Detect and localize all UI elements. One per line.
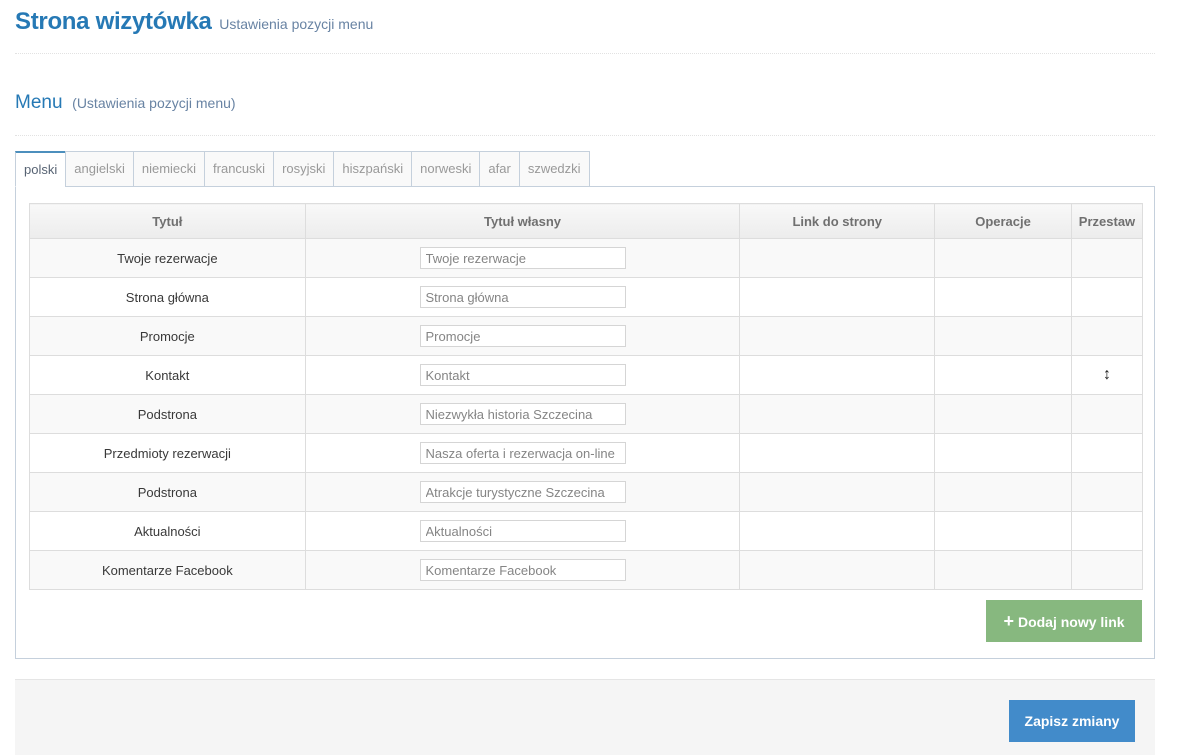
language-tabs: polski angielski niemiecki francuski ros…	[15, 151, 590, 187]
row-reorder-cell[interactable]	[1070, 472, 1144, 512]
row-link-cell	[739, 550, 936, 590]
row-reorder-cell[interactable]	[1070, 394, 1144, 434]
row-operations-cell	[934, 394, 1072, 434]
custom-title-input[interactable]	[419, 247, 626, 269]
row-custom-title-cell	[304, 394, 741, 434]
row-reorder-cell[interactable]	[1070, 433, 1144, 473]
custom-title-input[interactable]	[419, 559, 626, 581]
table-row: Promocje	[29, 316, 1144, 356]
form-actions-bar: Zapisz zmiany	[15, 679, 1155, 755]
tab-francuski[interactable]: francuski	[204, 151, 274, 187]
row-custom-title-cell	[304, 238, 741, 278]
row-title: Twoje rezerwacje	[29, 238, 306, 278]
row-operations-cell	[934, 238, 1072, 278]
row-title: Strona główna	[29, 277, 306, 317]
row-link-cell	[739, 277, 936, 317]
row-reorder-cell[interactable]	[1070, 277, 1144, 317]
row-link-cell	[739, 433, 936, 473]
menu-items-table: Tytuł Tytuł własny Link do strony Operac…	[29, 203, 1144, 590]
arrows-vertical-icon[interactable]: ↕	[1103, 366, 1111, 384]
row-reorder-cell[interactable]	[1070, 238, 1144, 278]
row-link-cell	[739, 355, 936, 395]
tab-angielski[interactable]: angielski	[65, 151, 133, 187]
row-custom-title-cell	[304, 472, 741, 512]
table-row: Komentarze Facebook	[29, 550, 1144, 590]
tab-afar[interactable]: afar	[479, 151, 519, 187]
page-subtitle: Ustawienia pozycji menu	[219, 16, 374, 32]
row-operations-cell	[934, 511, 1072, 551]
section-subtitle: (Ustawienia pozycji menu)	[72, 95, 236, 111]
row-custom-title-cell	[304, 550, 741, 590]
row-operations-cell	[934, 316, 1072, 356]
table-row: Podstrona	[29, 472, 1144, 512]
table-row: Strona główna	[29, 277, 1144, 317]
custom-title-input[interactable]	[419, 364, 626, 386]
column-header-reorder: Przestaw	[1070, 203, 1144, 239]
tab-polski[interactable]: polski	[15, 151, 66, 187]
row-title: Aktualności	[29, 511, 306, 551]
custom-title-input[interactable]	[419, 442, 626, 464]
tab-rosyjski[interactable]: rosyjski	[273, 151, 334, 187]
table-row: Podstrona	[29, 394, 1144, 434]
row-operations-cell	[934, 355, 1072, 395]
row-custom-title-cell	[304, 277, 741, 317]
column-header-link: Link do strony	[739, 203, 936, 239]
row-title: Promocje	[29, 316, 306, 356]
row-operations-cell	[934, 550, 1072, 590]
add-new-link-label: Dodaj nowy link	[1017, 614, 1125, 630]
save-changes-button[interactable]: Zapisz zmiany	[1009, 700, 1135, 742]
row-custom-title-cell	[304, 316, 741, 356]
row-title: Komentarze Facebook	[29, 550, 306, 590]
row-link-cell	[739, 394, 936, 434]
table-row: Kontakt ↕	[29, 355, 1144, 395]
section-header: Menu (Ustawienia pozycji menu)	[15, 92, 1155, 136]
tab-content: Tytuł Tytuł własny Link do strony Operac…	[15, 186, 1155, 659]
custom-title-input[interactable]	[419, 286, 626, 308]
custom-title-input[interactable]	[419, 520, 626, 542]
row-link-cell	[739, 316, 936, 356]
column-header-custom-title: Tytuł własny	[304, 203, 741, 239]
row-custom-title-cell	[304, 433, 741, 473]
table-row: Twoje rezerwacje	[29, 238, 1144, 278]
add-new-link-button[interactable]: + Dodaj nowy link	[986, 600, 1142, 642]
column-header-title: Tytuł	[29, 203, 306, 239]
section-title: Menu	[15, 92, 63, 113]
tab-szwedzki[interactable]: szwedzki	[518, 151, 590, 187]
row-reorder-cell[interactable]	[1070, 550, 1144, 590]
table-row: Aktualności	[29, 511, 1144, 551]
row-operations-cell	[934, 433, 1072, 473]
row-reorder-cell[interactable]	[1070, 316, 1144, 356]
row-link-cell	[739, 238, 936, 278]
row-reorder-cell[interactable]	[1070, 511, 1144, 551]
row-custom-title-cell	[304, 511, 741, 551]
tab-hiszpanski[interactable]: hiszpański	[333, 151, 412, 187]
table-header-row: Tytuł Tytuł własny Link do strony Operac…	[29, 203, 1144, 239]
page-title: Strona wizytówka	[15, 8, 212, 35]
table-row: Przedmioty rezerwacji	[29, 433, 1144, 473]
column-header-operations: Operacje	[934, 203, 1072, 239]
tab-niemiecki[interactable]: niemiecki	[132, 151, 205, 187]
row-reorder-cell[interactable]: ↕	[1070, 355, 1144, 395]
custom-title-input[interactable]	[419, 403, 626, 425]
row-title: Podstrona	[29, 472, 306, 512]
row-title: Kontakt	[29, 355, 306, 395]
row-link-cell	[739, 472, 936, 512]
row-title: Podstrona	[29, 394, 306, 434]
tab-norweski[interactable]: norweski	[411, 151, 480, 187]
row-title: Przedmioty rezerwacji	[29, 433, 306, 473]
custom-title-input[interactable]	[419, 481, 626, 503]
row-custom-title-cell	[304, 355, 741, 395]
custom-title-input[interactable]	[419, 325, 626, 347]
row-operations-cell	[934, 277, 1072, 317]
plus-icon: +	[1003, 611, 1014, 631]
row-link-cell	[739, 511, 936, 551]
row-operations-cell	[934, 472, 1072, 512]
page-header: Strona wizytówka Ustawienia pozycji menu	[15, 8, 1155, 54]
